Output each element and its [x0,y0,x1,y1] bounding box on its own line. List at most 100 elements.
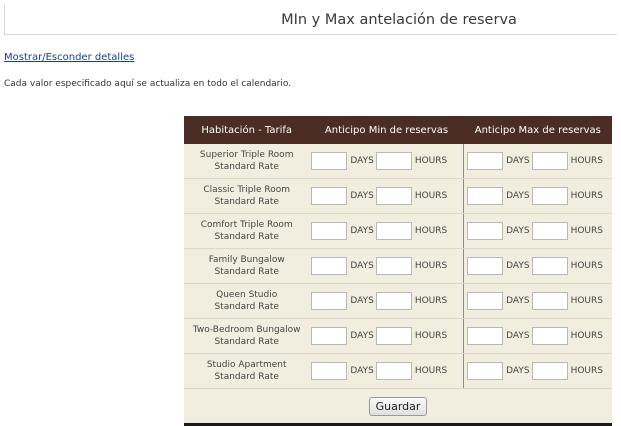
room-name: Comfort Triple Room [200,220,293,230]
min-advance-cell: DAYS HOURS [309,318,464,354]
min-days-input[interactable] [311,152,348,170]
max-days-input[interactable] [467,257,504,275]
max-hours-unit-label: HOURS [570,296,603,306]
room-name: Studio Apartment [206,360,287,370]
room-rate-cell: Family Bungalow Standard Rate [184,248,310,284]
max-advance-cell: DAYS HOURS [463,353,612,389]
room-name: Two-Bedroom Bungalow [192,325,301,335]
min-hours-unit-label: HOURS [414,366,448,376]
rate-name: Standard Rate [214,337,279,347]
min-days-input[interactable] [311,187,348,205]
max-days-unit-label: DAYS [506,296,530,306]
save-button[interactable]: Guardar [368,396,428,416]
table-header-row: Habitación - Tarifa Anticipo Min de rese… [184,116,612,144]
info-note: Cada valor especificado aquí se actualiz… [4,79,292,89]
table-row: Queen Studio Standard Rate DAYS HOURS DAYS HO… [184,283,612,319]
min-hours-input[interactable] [375,152,412,170]
room-name: Superior Triple Room [199,150,294,160]
min-hours-input[interactable] [375,257,412,275]
table-row: Classic Triple Room Standard Rate DAYS HOUR… [184,178,612,214]
header-max-advance: Anticipo Max de reservas [463,116,612,144]
min-hours-input[interactable] [375,187,412,205]
room-rate-cell: Queen Studio Standard Rate [184,283,310,319]
room-rate-cell: Classic Triple Room Standard Rate [184,178,310,214]
room-rate-cell: Superior Triple Room Standard Rate [184,144,310,179]
min-days-unit-label: DAYS [350,191,374,201]
rate-name: Standard Rate [214,162,279,172]
rate-name: Standard Rate [214,372,279,382]
room-name: Queen Studio [216,290,278,300]
rate-name: Standard Rate [214,302,279,312]
max-days-input[interactable] [467,327,504,345]
min-advance-cell: DAYS HOURS [309,144,464,179]
max-advance-cell: DAYS HOURS [463,213,612,249]
min-hours-input[interactable] [375,362,412,380]
min-hours-unit-label: HOURS [414,226,448,236]
min-advance-cell: DAYS HOURS [309,353,464,389]
min-days-unit-label: DAYS [350,296,374,306]
rate-name: Standard Rate [214,232,279,242]
min-days-input[interactable] [311,222,348,240]
max-hours-unit-label: HOURS [570,191,603,201]
max-days-unit-label: DAYS [506,191,530,201]
room-rate-cell: Comfort Triple Room Standard Rate [184,213,310,249]
max-days-input[interactable] [467,152,504,170]
max-days-unit-label: DAYS [506,261,530,271]
room-name: Family Bungalow [208,255,285,265]
max-days-input[interactable] [467,292,504,310]
table-row: Comfort Triple Room Standard Rate DAYS HOUR… [184,213,612,249]
min-hours-unit-label: HOURS [414,156,448,166]
min-hours-input[interactable] [375,292,412,310]
page-title: MIn y Max antelación de reserva [281,12,517,28]
max-hours-unit-label: HOURS [570,331,603,341]
max-days-unit-label: DAYS [506,226,530,236]
min-days-input[interactable] [311,292,348,310]
max-days-unit-label: DAYS [506,331,530,341]
table-row: Studio Apartment Standard Rate DAYS HOURS DA… [184,353,612,389]
table-footer-row: Guardar [184,388,612,425]
min-advance-cell: DAYS HOURS [309,248,464,284]
max-advance-cell: DAYS HOURS [463,144,612,179]
max-advance-cell: DAYS HOURS [463,318,612,354]
max-hours-unit-label: HOURS [570,226,603,236]
title-bar: MIn y Max antelación de reserva [4,4,617,35]
min-days-input[interactable] [311,327,348,345]
max-hours-input[interactable] [531,327,568,345]
max-hours-unit-label: HOURS [570,261,603,271]
min-hours-unit-label: HOURS [414,331,448,341]
footer-cell: Guardar [184,388,612,425]
min-days-input[interactable] [311,257,348,275]
max-days-input[interactable] [467,362,504,380]
room-rate-cell: Studio Apartment Standard Rate [184,353,310,389]
max-hours-input[interactable] [531,292,568,310]
header-min-advance: Anticipo Min de reservas [309,116,464,144]
min-days-unit-label: DAYS [350,261,374,271]
rate-name: Standard Rate [214,197,279,207]
min-hours-input[interactable] [375,222,412,240]
min-days-input[interactable] [311,362,348,380]
max-hours-input[interactable] [531,187,568,205]
max-hours-input[interactable] [531,222,568,240]
min-days-unit-label: DAYS [350,331,374,341]
min-hours-input[interactable] [375,327,412,345]
min-advance-cell: DAYS HOURS [309,213,464,249]
max-days-input[interactable] [467,222,504,240]
max-hours-unit-label: HOURS [570,366,603,376]
max-days-input[interactable] [467,187,504,205]
table-row: Family Bungalow Standard Rate DAYS HOURS DAY… [184,248,612,284]
max-advance-cell: DAYS HOURS [463,283,612,319]
booking-window-table: Habitación - Tarifa Anticipo Min de rese… [184,116,612,426]
max-hours-input[interactable] [531,257,568,275]
min-days-unit-label: DAYS [350,366,374,376]
min-advance-cell: DAYS HOURS [309,178,464,214]
toggle-details-link[interactable]: Mostrar/Esconder detalles [4,52,134,63]
header-room-rate: Habitación - Tarifa [184,116,310,144]
min-advance-cell: DAYS HOURS [309,283,464,319]
min-hours-unit-label: HOURS [414,261,448,271]
room-rate-cell: Two-Bedroom Bungalow Standard Rate [184,318,310,354]
max-hours-input[interactable] [531,362,568,380]
max-advance-cell: DAYS HOURS [463,178,612,214]
min-days-unit-label: DAYS [350,226,374,236]
table-row: Two-Bedroom Bungalow Standard Rate DAYS HOU… [184,318,612,354]
max-hours-input[interactable] [531,152,568,170]
